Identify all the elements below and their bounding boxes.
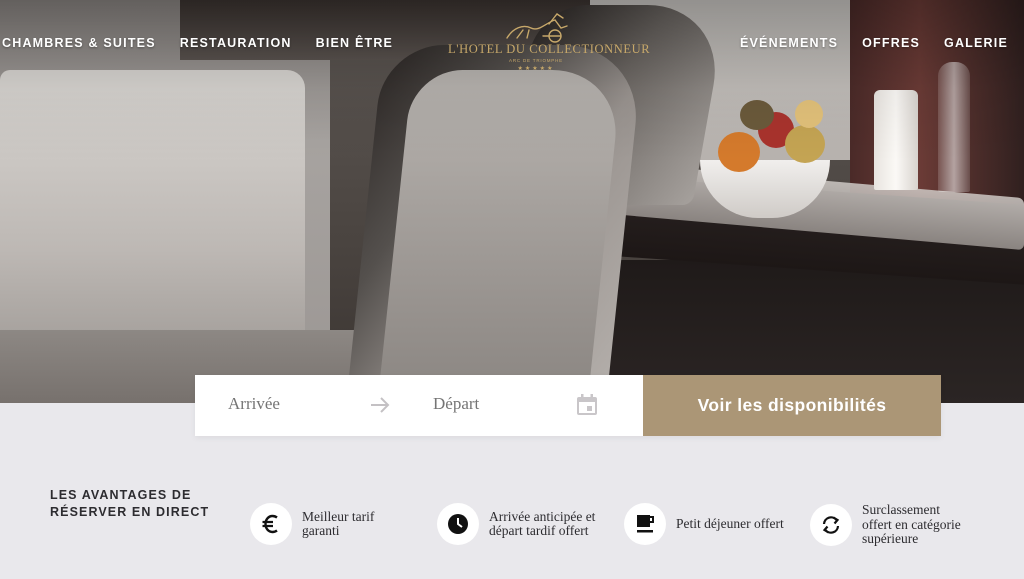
nav-bien-etre[interactable]: BIEN ÊTRE: [316, 36, 393, 50]
nav-offres[interactable]: OFFRES: [862, 36, 920, 50]
advantage-label: Meilleur tarif garanti: [302, 508, 375, 538]
chariot-logo-icon: [506, 13, 568, 43]
calendar-icon[interactable]: [575, 393, 599, 417]
nav-chambres-suites[interactable]: CHAMBRES & SUITES: [2, 36, 156, 50]
upgrade-icon: [822, 515, 840, 534]
date-fields: [195, 375, 643, 436]
nav-galerie[interactable]: GALERIE: [944, 36, 1008, 50]
coffee-icon: [637, 515, 654, 533]
booking-bar: Voir les disponibilités: [195, 375, 941, 436]
logo-subtitle: ARC DE TRIOMPHE: [509, 58, 563, 63]
nav-evenements[interactable]: ÉVÉNEMENTS: [740, 36, 838, 50]
advantage-label: Arrivée anticipée et départ tardif offer…: [489, 508, 596, 538]
nav-restauration[interactable]: RESTAURATION: [180, 36, 292, 50]
hotel-logo[interactable]: L'HOTEL DU COLLECTIONNEUR ARC DE TRIOMPH…: [448, 10, 651, 82]
main-nav-right: ÉVÉNEMENTS OFFRES GALERIE: [740, 36, 1008, 50]
advantage-best-rate: Meilleur tarif garanti: [250, 503, 402, 545]
advantage-upgrade: Surclassement offert en catégorie supéri…: [810, 502, 972, 547]
advantage-label: Petit déjeuner offert: [676, 515, 784, 531]
advantages-title: LES AVANTAGES DE RÉSERVER EN DIRECT: [50, 488, 210, 519]
logo-stars: ★★★★★: [517, 66, 555, 72]
advantage-label: Surclassement offert en catégorie supéri…: [862, 502, 961, 546]
clock-icon: [448, 514, 468, 534]
advantage-early-late: Arrivée anticipée et départ tardif offer…: [437, 503, 599, 545]
check-availability-button[interactable]: Voir les disponibilités: [643, 375, 941, 436]
arrival-date-input[interactable]: [228, 394, 348, 414]
main-nav-left: CHAMBRES & SUITES RESTAURATION BIEN ÊTRE: [2, 36, 393, 50]
arrow-right-icon: [371, 397, 390, 413]
logo-name: L'HOTEL DU COLLECTIONNEUR: [448, 42, 651, 56]
euro-icon: [262, 514, 278, 534]
departure-date-input[interactable]: [433, 394, 553, 414]
advantage-breakfast: Petit déjeuner offert: [624, 503, 786, 545]
